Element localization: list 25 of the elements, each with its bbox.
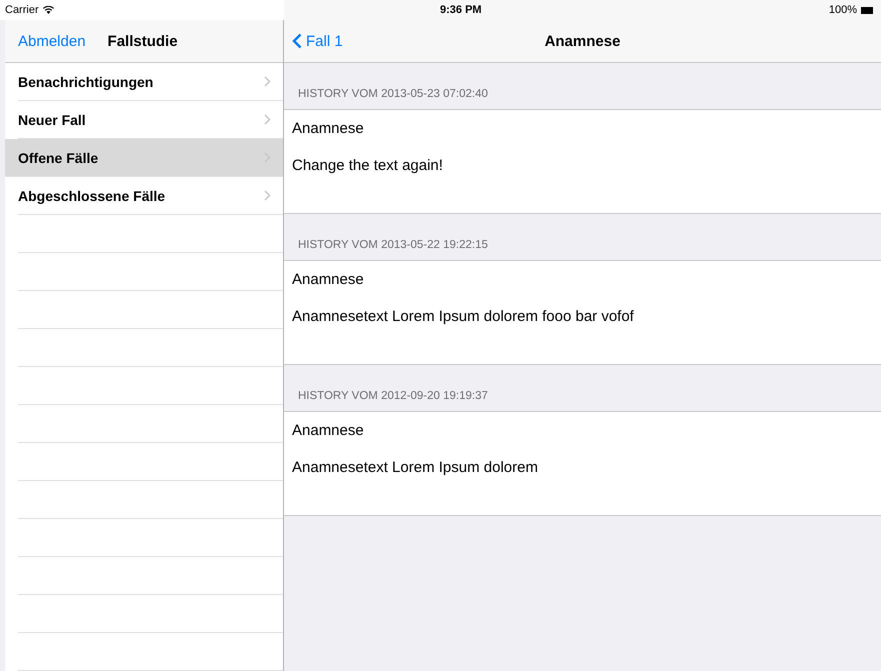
carrier-label: Carrier [5, 4, 39, 16]
battery-icon [861, 6, 873, 14]
section-header: HISTORY VOM 2013-05-23 07:02:40 [298, 88, 488, 100]
menu-item[interactable]: Offene Fälle [5, 139, 283, 177]
back-chevron-icon [292, 33, 302, 49]
cell-text: Change the text again! [292, 157, 443, 174]
battery-percentage: 100% [828, 4, 857, 16]
menu-item[interactable]: Abgeschlossene Fälle [18, 177, 283, 215]
wifi-icon [42, 6, 54, 14]
cell-title: Anamnese [292, 120, 364, 137]
cell-text: Anamnesetext Lorem Ipsum dolorem fooo bar vofof [292, 308, 634, 325]
section-header: HISTORY VOM 2013-05-22 19:22:15 [298, 239, 488, 251]
cell-title: Anamnese [292, 422, 364, 439]
chevron-icon [264, 76, 271, 87]
back-button[interactable]: Fall 1 [292, 32, 343, 50]
page-title: Anamnese [544, 32, 620, 50]
chevron-icon [264, 114, 271, 125]
logout-button[interactable]: Abmelden [18, 32, 86, 50]
section-header: HISTORY VOM 2012-09-20 19:19:37 [298, 390, 488, 402]
cell-title: Anamnese [292, 271, 364, 288]
chevron-icon [264, 190, 271, 201]
status-time: 9:36 PM [440, 4, 482, 16]
sidebar-title: Fallstudie [108, 32, 178, 50]
cell-text: Anamnesetext Lorem Ipsum dolorem [292, 459, 538, 476]
menu-item[interactable]: Benachrichtigungen [18, 63, 283, 101]
